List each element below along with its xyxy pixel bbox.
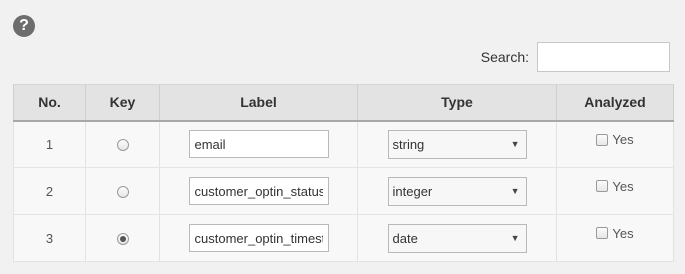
label-input[interactable] bbox=[188, 224, 329, 252]
column-header-analyzed[interactable]: Analyzed bbox=[556, 84, 674, 122]
chevron-down-icon: ▼ bbox=[510, 186, 520, 196]
key-radio[interactable] bbox=[116, 139, 129, 152]
column-header-type[interactable]: Type bbox=[357, 84, 557, 122]
analyzed-checkbox[interactable] bbox=[596, 180, 609, 193]
type-select[interactable]: string ▼ bbox=[387, 129, 527, 159]
search-label: Search: bbox=[480, 49, 529, 65]
search-bar: Search: bbox=[481, 42, 670, 72]
search-input[interactable] bbox=[537, 42, 670, 72]
type-select[interactable]: date ▼ bbox=[387, 223, 527, 253]
analyzed-option: Yes bbox=[596, 132, 634, 147]
help-icon[interactable]: ? bbox=[13, 15, 35, 37]
table-row: 3 date ▼ Yes bbox=[13, 214, 674, 262]
column-header-key[interactable]: Key bbox=[85, 84, 160, 122]
analyzed-checkbox[interactable] bbox=[596, 133, 609, 146]
row-number: 1 bbox=[13, 120, 86, 168]
fields-table: No. Key Label Type Analyzed 1 string ▼ Y… bbox=[13, 84, 674, 262]
table-header-row: No. Key Label Type Analyzed bbox=[13, 84, 674, 122]
analyzed-option: Yes bbox=[596, 225, 634, 241]
chevron-down-icon: ▼ bbox=[510, 139, 520, 150]
analyzed-label: Yes bbox=[612, 225, 634, 241]
row-number: 3 bbox=[13, 214, 86, 262]
analyzed-checkbox[interactable] bbox=[596, 227, 609, 240]
type-select-value: string bbox=[392, 136, 425, 152]
type-select[interactable]: integer ▼ bbox=[387, 176, 527, 206]
type-select-value: date bbox=[392, 230, 418, 246]
analyzed-label: Yes bbox=[612, 132, 634, 147]
key-radio[interactable] bbox=[116, 186, 129, 199]
chevron-down-icon: ▼ bbox=[510, 233, 520, 243]
table-row: 2 integer ▼ Yes bbox=[13, 167, 674, 215]
analyzed-label: Yes bbox=[612, 178, 634, 194]
label-input[interactable] bbox=[188, 130, 329, 159]
label-input[interactable] bbox=[188, 177, 329, 205]
table-row: 1 string ▼ Yes bbox=[13, 120, 674, 168]
column-header-no[interactable]: No. bbox=[13, 84, 86, 122]
row-number: 2 bbox=[13, 167, 86, 215]
type-select-value: integer bbox=[392, 183, 433, 199]
key-radio[interactable] bbox=[116, 233, 129, 246]
column-header-label[interactable]: Label bbox=[159, 84, 358, 122]
analyzed-option: Yes bbox=[596, 178, 634, 194]
